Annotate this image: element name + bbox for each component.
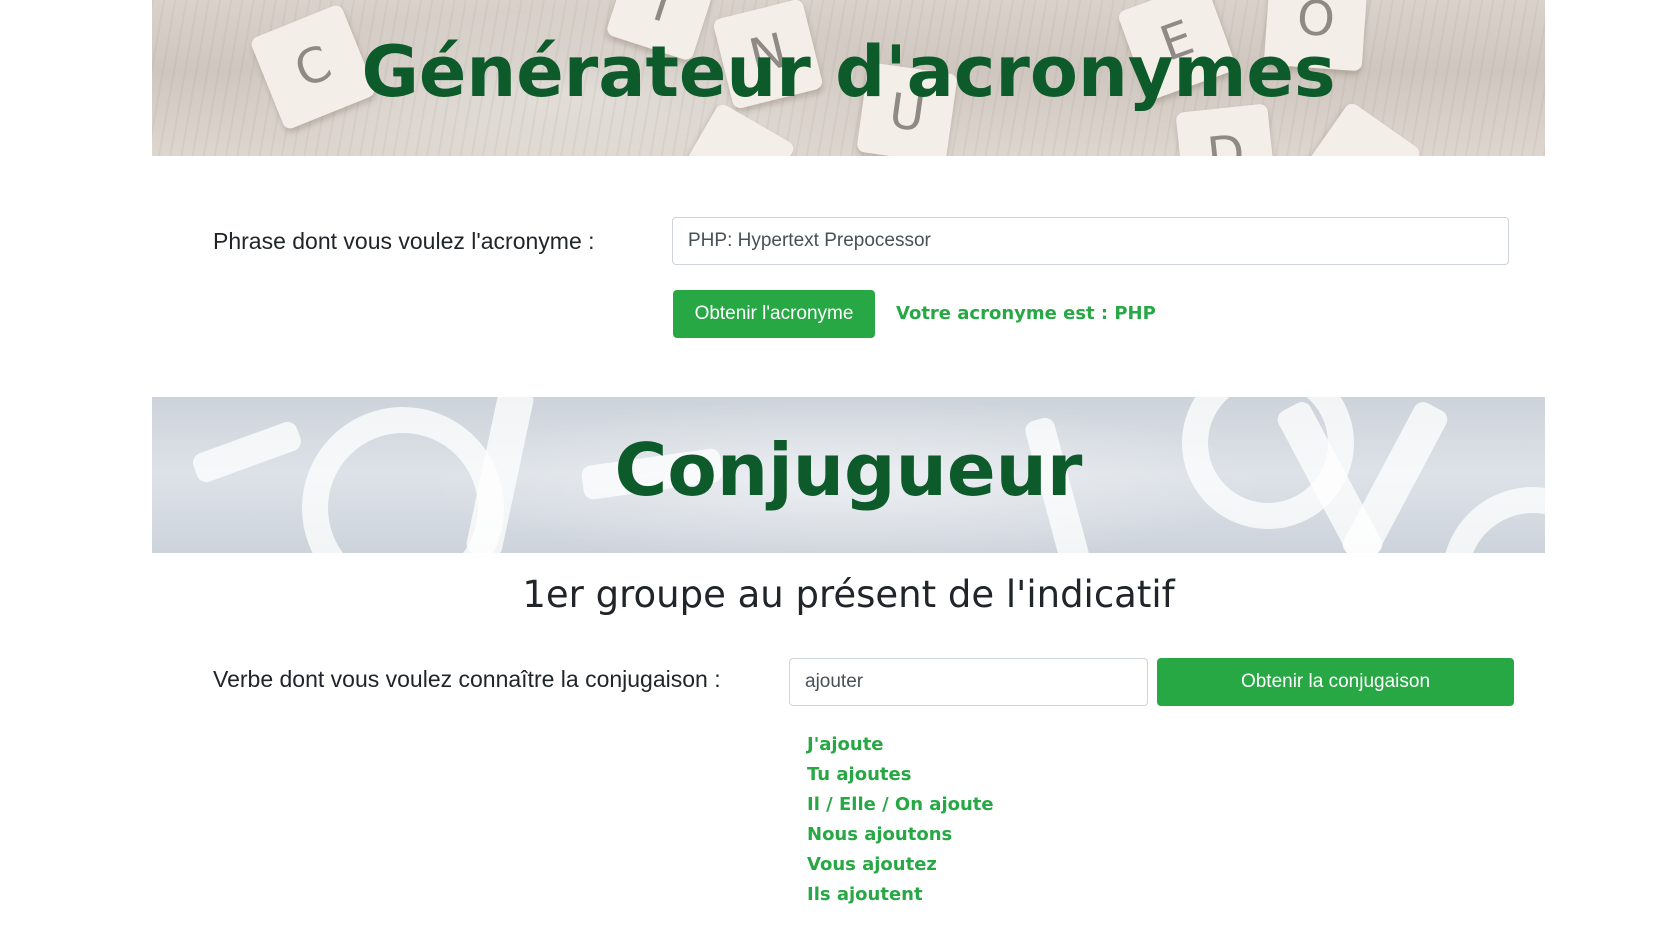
acronym-result: Votre acronyme est : PHP (896, 303, 1156, 324)
acronym-banner: C T N U E O D Générateur d'acronymes (152, 0, 1545, 156)
get-acronym-button[interactable]: Obtenir l'acronyme (673, 290, 875, 338)
get-conjugation-button[interactable]: Obtenir la conjugaison (1157, 658, 1514, 706)
acronym-phrase-label: Phrase dont vous voulez l'acronyme : (213, 228, 595, 254)
acronym-title: Générateur d'acronymes (361, 31, 1336, 113)
conjugation-result-item: J'ajoute (807, 734, 884, 755)
verb-label: Verbe dont vous voulez connaître la conj… (213, 666, 721, 692)
conjugation-subtitle: 1er groupe au présent de l'indicatif (522, 573, 1175, 616)
conjugation-result-item: Il / Elle / On ajoute (807, 794, 994, 815)
conjugation-result-item: Ils ajoutent (807, 884, 923, 905)
conjugation-title: Conjugueur (614, 428, 1083, 512)
verb-input[interactable] (789, 658, 1148, 706)
conjugation-result-item: Nous ajoutons (807, 824, 953, 845)
conjugation-result-item: Vous ajoutez (807, 854, 937, 875)
conjugation-banner: Conjugueur (152, 397, 1545, 553)
acronym-phrase-input[interactable] (672, 217, 1509, 265)
page-container: C T N U E O D Générateur d'acronymes Phr… (152, 0, 1545, 941)
conjugation-results: J'ajoute Tu ajoutes Il / Elle / On ajout… (807, 730, 994, 910)
conjugation-result-item: Tu ajoutes (807, 764, 912, 785)
